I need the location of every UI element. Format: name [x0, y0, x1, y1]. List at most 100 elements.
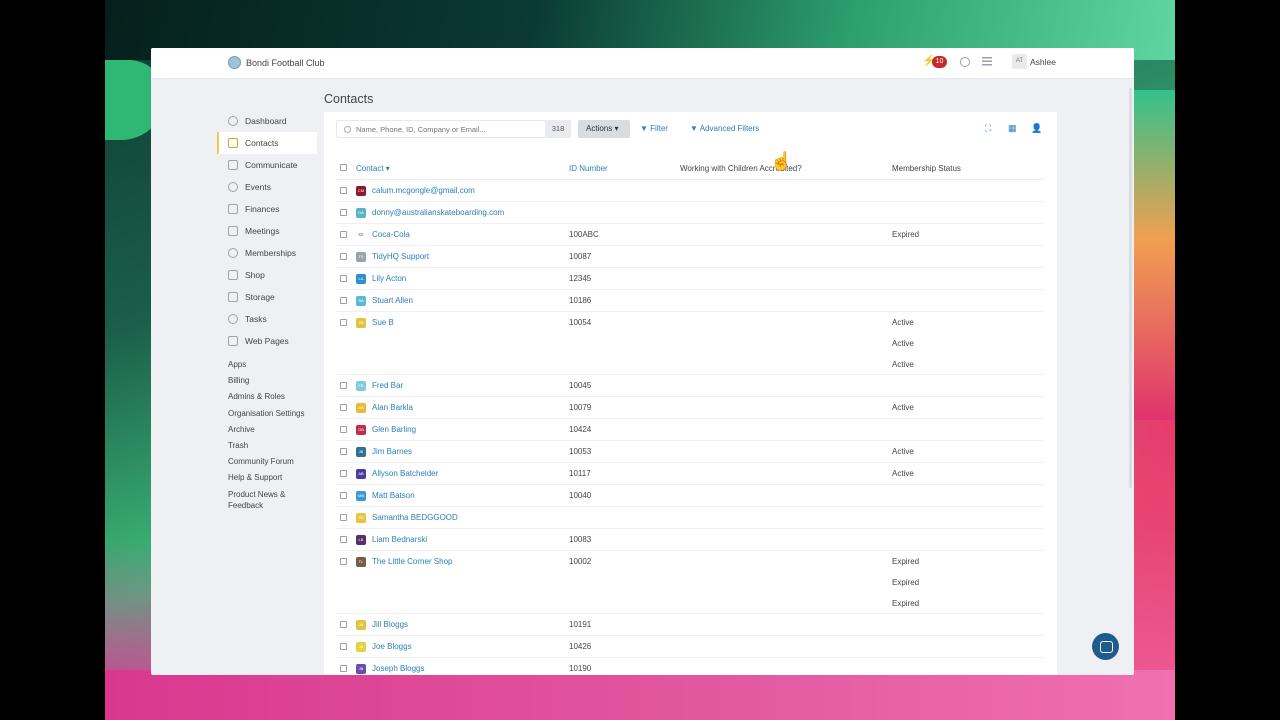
table-row[interactable]: SB Sue B 10054 Active Active Active [336, 312, 1044, 375]
row-checkbox[interactable] [340, 426, 347, 433]
row-checkbox[interactable] [340, 492, 347, 499]
contact-column-header[interactable]: Contact ▾ [356, 164, 390, 173]
row-checkbox[interactable] [340, 319, 347, 326]
sidebar-item-events[interactable]: Events [217, 176, 317, 198]
user-avatar[interactable]: AT [1012, 54, 1027, 69]
table-row[interactable]: GB Glen Barling 10424 [336, 419, 1044, 441]
contact-name-link[interactable]: Coca-Cola [372, 230, 410, 239]
window-scrollbar[interactable] [1129, 88, 1132, 488]
row-checkbox[interactable] [340, 275, 347, 282]
add-contact-icon[interactable]: 👤 [1031, 124, 1042, 133]
table-row[interactable]: JB Jill Bloggs 10191 [336, 614, 1044, 636]
table-row[interactable]: JB Joseph Bloggs 10190 [336, 658, 1044, 675]
search-box[interactable] [336, 120, 546, 138]
sidebar-item-dashboard[interactable]: Dashboard [217, 110, 317, 132]
sidebar-item-storage[interactable]: Storage [217, 286, 317, 308]
table-row[interactable]: JB Jim Barnes 10053 Active [336, 441, 1044, 463]
advanced-filters-button[interactable]: ▼ Advanced Filters [690, 124, 759, 133]
sidebar-item-contacts[interactable]: Contacts [217, 132, 317, 154]
sidebar-item-tasks[interactable]: Tasks [217, 308, 317, 330]
contact-name-link[interactable]: Allyson Batchelder [372, 469, 438, 478]
contact-name-link[interactable]: Joseph Bloggs [372, 664, 424, 673]
sidebar-link[interactable]: Trash [217, 441, 317, 451]
sidebar-item-web-pages[interactable]: Web Pages [217, 330, 317, 352]
contact-name-link[interactable]: Joe Bloggs [372, 642, 412, 651]
sidebar-link[interactable]: Product News & [217, 490, 317, 500]
row-checkbox[interactable] [340, 470, 347, 477]
table-row[interactable]: TS TidyHQ Support 10087 [336, 246, 1044, 268]
table-row[interactable]: JB Joe Bloggs 10426 [336, 636, 1044, 658]
chat-support-icon[interactable] [1092, 633, 1119, 660]
membership-column-header[interactable]: Membership Status [892, 164, 961, 173]
row-checkbox[interactable] [340, 536, 347, 543]
row-checkbox[interactable] [340, 514, 347, 521]
contact-id: 10040 [569, 491, 592, 500]
list-icon[interactable] [982, 57, 992, 66]
table-row[interactable]: cc Coca-Cola 100ABC Expired [336, 224, 1044, 246]
table-row[interactable]: DA donny@australianskateboarding.com [336, 202, 1044, 224]
contact-name-link[interactable]: The Little Corner Shop [372, 557, 453, 566]
contact-name-link[interactable]: Samantha BEDGGOOD [372, 513, 458, 522]
table-row[interactable]: LB Liam Bednarski 10083 [336, 529, 1044, 551]
actions-button[interactable]: Actions ▾ [578, 120, 630, 138]
table-row[interactable]: TL The Little Corner Shop 10002 Expired Expi… [336, 551, 1044, 614]
contact-name-link[interactable]: Liam Bednarski [372, 535, 427, 544]
contact-name-link[interactable]: Glen Barling [372, 425, 416, 434]
search-input[interactable] [356, 124, 536, 134]
contact-name-link[interactable]: Jim Barnes [372, 447, 412, 456]
row-checkbox[interactable] [340, 621, 347, 628]
row-checkbox[interactable] [340, 643, 347, 650]
contact-name-link[interactable]: Jill Bloggs [372, 620, 408, 629]
help-icon[interactable] [960, 57, 970, 67]
contact-name-link[interactable]: Sue B [372, 318, 394, 327]
row-checkbox[interactable] [340, 665, 347, 672]
table-row[interactable]: CM calum.mcgongle@gmail.com [336, 180, 1044, 202]
row-checkbox[interactable] [340, 382, 347, 389]
table-row[interactable]: SA Stuart Allen 10186 [336, 290, 1044, 312]
sidebar-link[interactable]: Feedback [217, 501, 317, 511]
contact-name-link[interactable]: Fred Bar [372, 381, 403, 390]
sidebar-item-finances[interactable]: Finances [217, 198, 317, 220]
row-checkbox[interactable] [340, 209, 347, 216]
grid-view-icon[interactable]: ▦ [1008, 124, 1017, 133]
sidebar-link[interactable]: Apps [217, 360, 317, 370]
sidebar-link[interactable]: Archive [217, 425, 317, 435]
row-checkbox[interactable] [340, 404, 347, 411]
select-all-checkbox[interactable] [340, 164, 347, 171]
sidebar-item-memberships[interactable]: Memberships [217, 242, 317, 264]
sidebar-link[interactable]: Organisation Settings [217, 409, 317, 419]
table-row[interactable]: FB Fred Bar 10045 [336, 375, 1044, 397]
contact-name-link[interactable]: Stuart Allen [372, 296, 413, 305]
sidebar-link[interactable]: Community Forum [217, 457, 317, 467]
sidebar-item-meetings[interactable]: Meetings [217, 220, 317, 242]
contact-name-link[interactable]: Alan Barkla [372, 403, 413, 412]
table-row[interactable]: MB Matt Batson 10040 [336, 485, 1044, 507]
filter-button[interactable]: ▼ Filter [640, 124, 668, 133]
contact-avatar: JB [356, 620, 366, 630]
table-row[interactable]: SB Samantha BEDGGOOD [336, 507, 1044, 529]
row-checkbox[interactable] [340, 187, 347, 194]
sidebar-item-communicate[interactable]: Communicate [217, 154, 317, 176]
table-row[interactable]: AB Allyson Batchelder 10117 Active [336, 463, 1044, 485]
expand-icon[interactable]: ⛶ [985, 124, 994, 133]
row-checkbox[interactable] [340, 558, 347, 565]
contact-name-link[interactable]: TidyHQ Support [372, 252, 429, 261]
row-checkbox[interactable] [340, 297, 347, 304]
contact-name-link[interactable]: Matt Batson [372, 491, 415, 500]
sidebar-link[interactable]: Help & Support [217, 473, 317, 483]
contact-name-link[interactable]: Lily Acton [372, 274, 406, 283]
sidebar-link[interactable]: Admins & Roles [217, 392, 317, 402]
notification-badge[interactable]: 10 [932, 56, 947, 68]
row-checkbox[interactable] [340, 231, 347, 238]
id-column-header[interactable]: ID Number [569, 164, 608, 173]
table-row[interactable]: AB Alan Barkla 10079 Active [336, 397, 1044, 419]
row-checkbox[interactable] [340, 253, 347, 260]
table-row[interactable]: LA Lily Acton 12345 [336, 268, 1044, 290]
contact-name-link[interactable]: calum.mcgongle@gmail.com [372, 186, 475, 195]
sidebar-item-shop[interactable]: Shop [217, 264, 317, 286]
sidebar-link[interactable]: Billing [217, 376, 317, 386]
brand[interactable]: Bondi Football Club [228, 56, 325, 69]
row-checkbox[interactable] [340, 448, 347, 455]
contact-name-link[interactable]: donny@australianskateboarding.com [372, 208, 504, 217]
user-name[interactable]: Ashlee [1030, 57, 1056, 67]
